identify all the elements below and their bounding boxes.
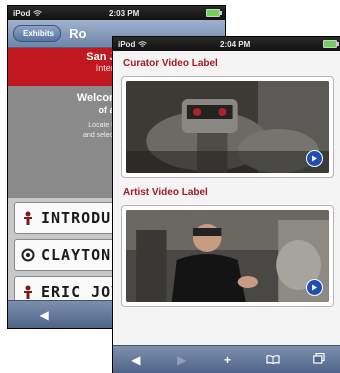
carrier-label: iPod [13, 8, 31, 18]
curator-video-thumbnail[interactable] [126, 81, 329, 173]
bookmarks-icon[interactable] [263, 353, 283, 367]
browser-toolbar: ◀ ▶ + [113, 345, 340, 373]
page-title: Ro [69, 26, 87, 41]
spiral-icon [21, 248, 35, 262]
artist-video-label: Artist Video Label [123, 187, 208, 198]
video-page: Curator Video Label Artist Video Label [113, 51, 340, 346]
figure-icon [21, 211, 35, 225]
phone-front-screen: iPod 2:04 PM Curator Video Label Artist … [113, 37, 340, 373]
forward-arrow-icon[interactable]: ▶ [172, 353, 192, 367]
artist-name: CLAYTON [41, 246, 112, 264]
wifi-icon [138, 40, 148, 47]
curator-video-card[interactable] [121, 76, 334, 178]
artist-video-thumbnail[interactable] [126, 210, 329, 302]
exhibits-back-button[interactable]: Exhibits [13, 25, 62, 42]
battery-icon [205, 9, 222, 17]
clock: 2:04 PM [220, 39, 251, 49]
add-bookmark-icon[interactable]: + [217, 353, 237, 367]
play-icon[interactable] [306, 279, 323, 296]
artist-video-card[interactable] [121, 205, 334, 307]
back-arrow-icon[interactable]: ◀ [126, 353, 146, 367]
wifi-icon [33, 9, 43, 16]
status-bar: iPod 2:04 PM [113, 37, 340, 51]
status-bar: iPod 2:03 PM [8, 6, 225, 20]
carrier-label: iPod [118, 39, 136, 49]
curator-video-label: Curator Video Label [123, 58, 218, 69]
figure-icon [21, 285, 35, 299]
play-icon[interactable] [306, 150, 323, 167]
battery-icon [322, 40, 339, 48]
tabs-icon[interactable] [309, 352, 329, 367]
clock: 2:03 PM [109, 8, 140, 18]
artist-name: INTRODU [41, 209, 112, 227]
back-arrow-icon[interactable]: ◀ [34, 308, 54, 322]
artist-name: ERIC JOY [41, 283, 122, 301]
